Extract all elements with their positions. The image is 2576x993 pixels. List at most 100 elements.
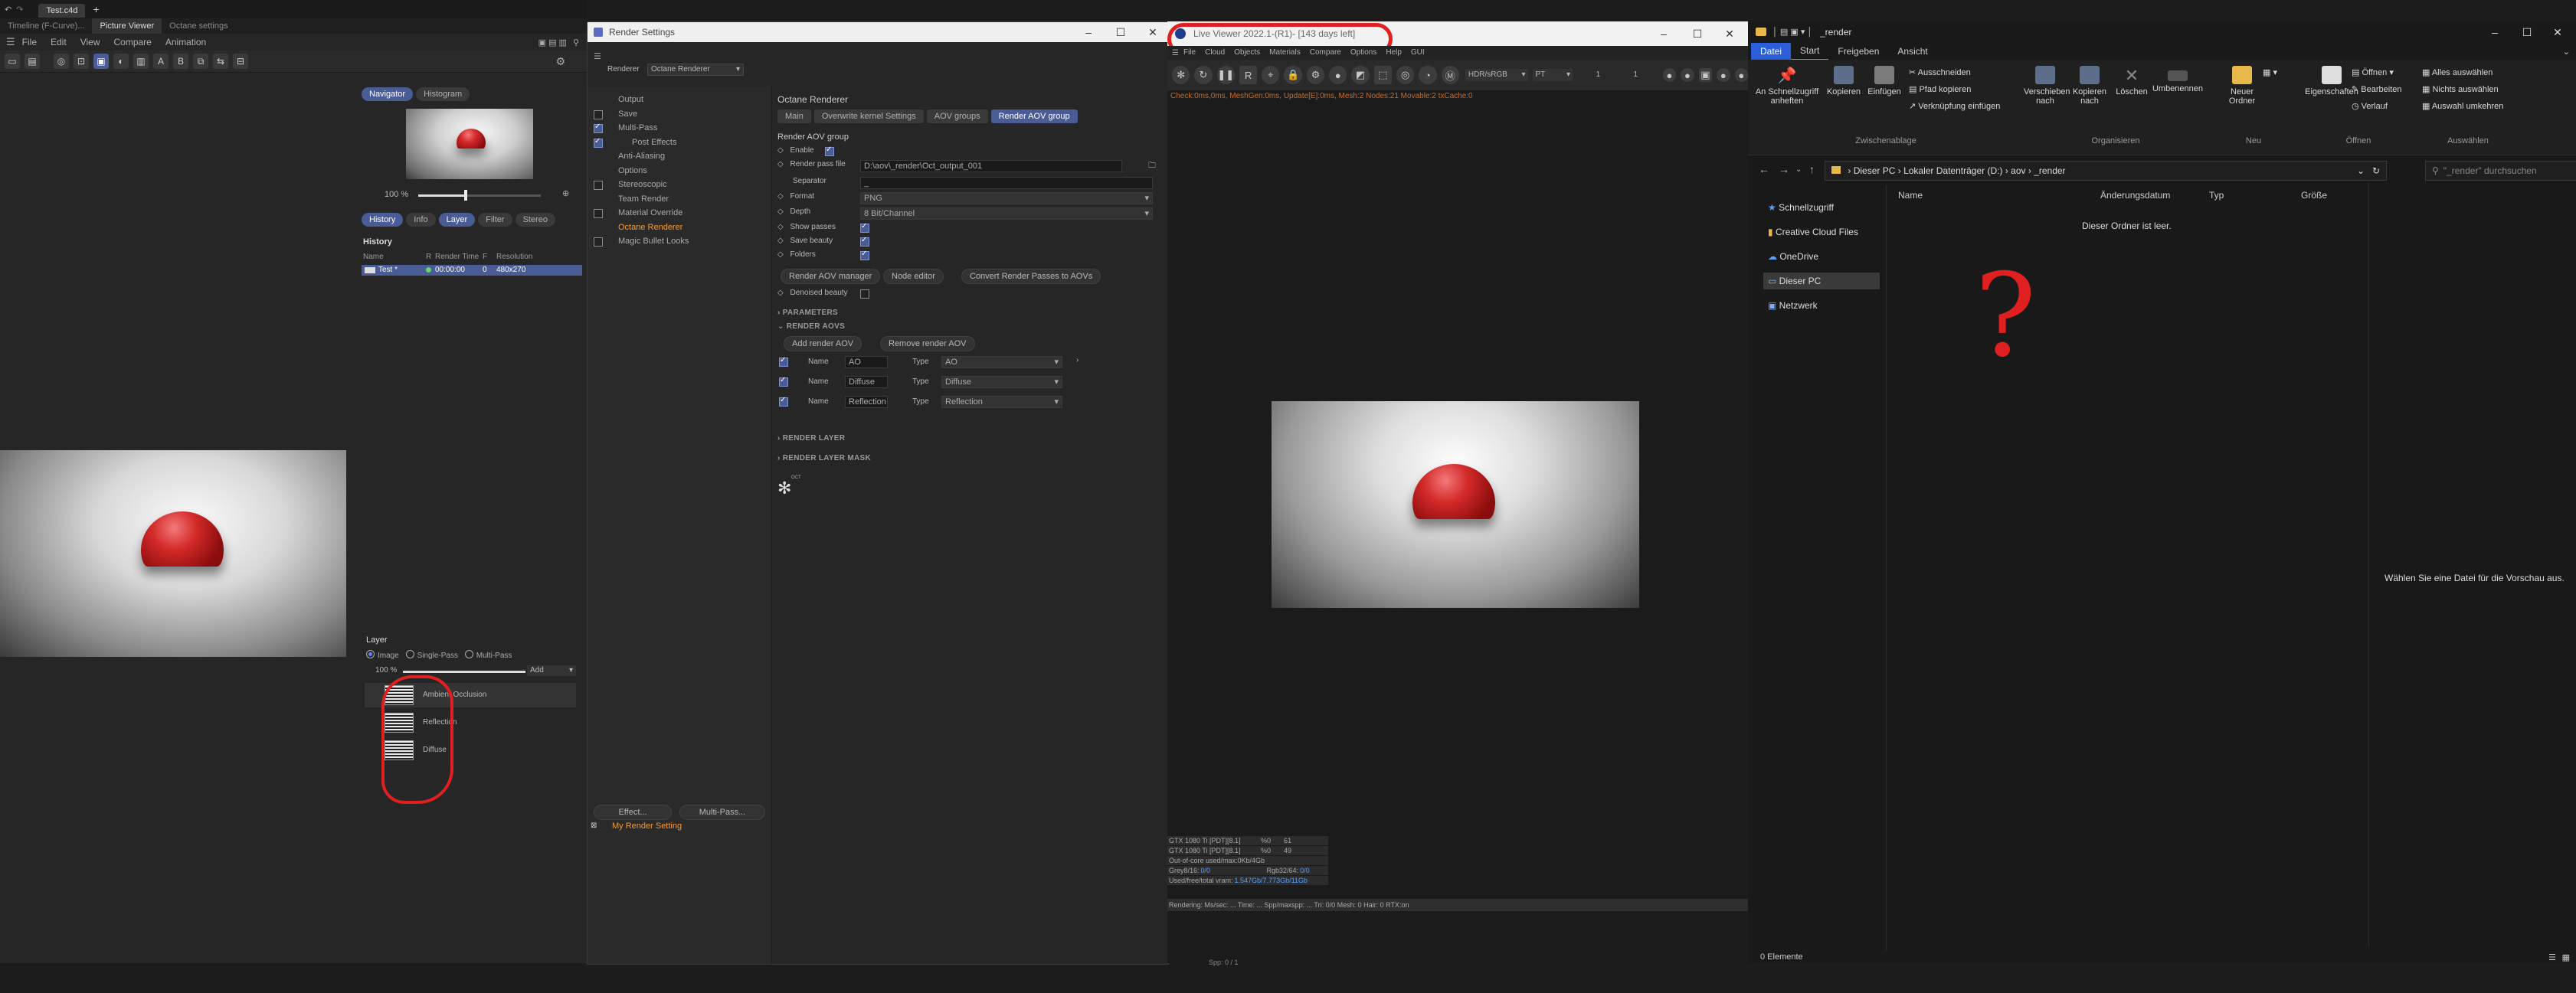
navigator-thumbnail[interactable] [406,109,533,179]
chevron-right-icon[interactable]: › [1076,356,1079,364]
back-icon[interactable]: ← [1759,163,1769,175]
separator-input[interactable]: _ [860,177,1153,189]
copy-to-button[interactable]: Kopieren nach [2068,66,2111,106]
tree-item[interactable]: Material Override [618,206,682,220]
gear-icon[interactable]: ⚙ [1306,66,1325,84]
nav-creative-cloud[interactable]: ▮ Creative Cloud Files [1763,224,1880,240]
redo-icon[interactable]: ↷ [16,5,23,15]
render-region-icon[interactable]: ◎ [54,54,69,69]
value-field-1[interactable]: 1 [1583,69,1613,81]
folders-checkbox[interactable] [860,250,869,260]
menu-compare[interactable]: Compare [1305,46,1346,60]
history-button[interactable]: ◷ Verlauf [2352,101,2388,111]
quick-access-icons[interactable]: │ ▤ ▣ ▾ │ [1772,21,1812,43]
menu-file[interactable]: File [1179,46,1200,60]
select-none-button[interactable]: ▦ Nichts auswählen [2422,84,2499,94]
save-beauty-checkbox[interactable] [860,236,869,247]
picker-icon[interactable]: ⌖ [1262,66,1280,84]
aov-checkbox[interactable] [779,396,788,407]
toggle-icon[interactable]: ● [1662,68,1677,82]
menu-cloud[interactable]: Cloud [1200,46,1229,60]
tree-item[interactable]: Output [618,93,643,106]
octane-render-icon[interactable]: ✻ [1172,66,1190,84]
new-folder-button[interactable]: Neuer Ordner [2223,66,2261,106]
tab-main[interactable]: Main [777,109,811,123]
sphere-icon[interactable]: ● [1329,66,1347,84]
pin-icon[interactable]: ⚲ [573,38,579,47]
minimize-icon[interactable]: – [1073,22,1104,42]
col-size[interactable]: Größe [2301,190,2327,201]
kernel-dropdown[interactable]: PT ▾ [1532,69,1573,81]
render-layer-section[interactable]: › RENDER LAYER [777,434,845,443]
denoised-checkbox[interactable] [860,289,869,299]
layout-icon[interactable]: ▣ ▤ ▥ [538,38,567,47]
tab-stereo[interactable]: Stereo [515,213,555,227]
mode-image[interactable]: Image [366,650,399,660]
aov-name-input[interactable]: Diffuse [845,376,888,388]
menu-gui[interactable]: GUI [1406,46,1429,60]
tab-ansicht[interactable]: Ansicht [1888,43,1936,60]
paste-shortcut-button[interactable]: ↗ Verknüpfung einfügen [1909,101,2000,111]
region-select-icon[interactable]: ⬚ [1373,66,1392,84]
restart-icon[interactable]: ↻ [1194,66,1213,84]
zoom-slider-handle[interactable] [464,190,467,201]
region-r-icon[interactable]: R [1239,66,1258,84]
live-render-image[interactable] [1272,401,1639,608]
tab-history[interactable]: History [362,213,404,227]
nav-quick-access[interactable]: ★ Schnellzugriff [1763,199,1880,216]
paste-button[interactable]: Einfügen [1863,66,1906,96]
material-icon[interactable]: Ⓜ [1441,66,1459,84]
tree-item[interactable]: Magic Bullet Looks [618,234,689,248]
render-aov-manager-button[interactable]: Render AOV manager [781,269,881,284]
new-tab-icon[interactable]: + [93,3,99,15]
close-icon[interactable]: ✕ [1137,22,1168,42]
toggle-icon[interactable]: ● [1717,68,1730,82]
pin-quick-access-button[interactable]: 📌 An Schnellzugriff anheften [1753,66,1822,106]
menu-objects[interactable]: Objects [1229,46,1265,60]
value-field-2[interactable]: 1 [1621,69,1651,81]
select-all-button[interactable]: ▦ Alles auswählen [2422,67,2493,77]
renderer-dropdown[interactable]: Octane Renderer ▾ [647,64,744,76]
channel-icon[interactable]: ▥ [133,54,149,69]
tab-timeline[interactable]: Timeline (F-Curve)... [0,18,92,34]
tree-item[interactable]: Multi-Pass [618,121,657,135]
edit-button[interactable]: ✎ Bearbeiten [2352,84,2402,94]
region-icon[interactable]: ▣ [93,54,109,69]
menu-materials[interactable]: Materials [1265,46,1305,60]
format-dropdown[interactable]: PNG ▾ [860,192,1153,204]
convert-passes-button[interactable]: Convert Render Passes to AOVs [961,269,1101,284]
new-item-button[interactable]: ▦ ▾ [2263,67,2277,77]
history-row[interactable]: Test * 00:00:00 0 480x270 [362,265,582,276]
enable-checkbox[interactable] [825,145,834,156]
folder-icon[interactable]: 🗀 [1148,160,1156,173]
node-editor-button[interactable]: Node editor [883,269,944,284]
fit-icon[interactable]: ⊡ [74,54,89,69]
col-name[interactable]: Name [1898,190,1923,201]
a-icon[interactable]: A [153,54,169,69]
show-passes-checkbox[interactable] [860,222,869,233]
aov-type-dropdown[interactable]: Diffuse ▾ [941,376,1062,388]
nav-onedrive[interactable]: ☁ OneDrive [1763,248,1880,265]
col-resolution[interactable]: Resolution [496,253,532,261]
aov-name-input[interactable]: AO [845,356,888,368]
render-layer-mask-section[interactable]: › RENDER LAYER MASK [777,454,871,462]
tab-info[interactable]: Info [406,213,436,227]
tree-item[interactable]: Anti-Aliasing [618,149,665,163]
tree-item-checkbox[interactable] [594,181,603,190]
refresh-icon[interactable]: ↻ [2372,162,2380,180]
focus-icon[interactable]: ◎ [1396,66,1415,84]
tree-item-checkbox[interactable] [594,122,603,133]
effect-button[interactable]: Effect... [594,805,672,820]
tab-layer[interactable]: Layer [438,213,476,227]
mode-multi-pass[interactable]: Multi-Pass [464,650,512,660]
tiles-view-icon[interactable]: ▦ [2562,952,2570,962]
tab-octane-settings[interactable]: Octane settings [162,18,235,34]
aov-checkbox[interactable] [779,356,788,367]
tree-item[interactable]: Options [618,164,647,178]
maximize-icon[interactable]: ☐ [2512,21,2542,43]
pause-icon[interactable]: ❚❚ [1216,66,1235,84]
maximize-icon[interactable]: ☐ [1682,21,1713,46]
toggle-icon[interactable]: ● [1681,68,1694,82]
tab-histogram[interactable]: Histogram [416,87,470,101]
chevron-down-icon[interactable]: ⌄ [1795,165,1802,174]
